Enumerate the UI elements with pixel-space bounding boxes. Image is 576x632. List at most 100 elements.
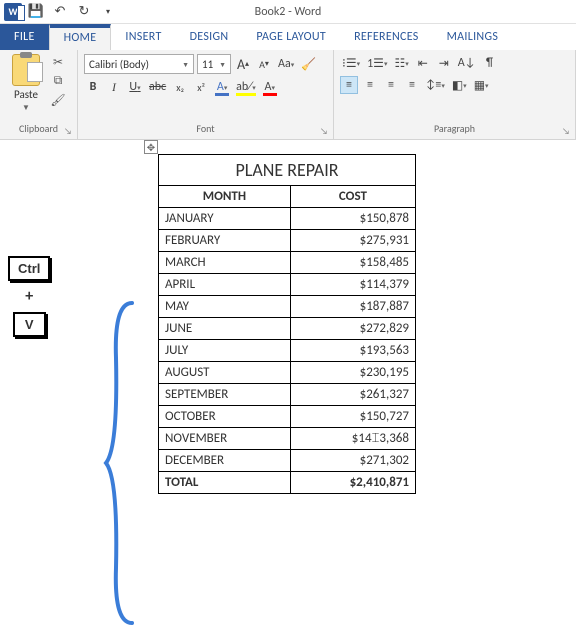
table-row[interactable]: MARCH$158,485 <box>159 252 416 274</box>
highlight-button[interactable]: ab⁄▾ <box>234 78 258 96</box>
table-row[interactable]: SEPTEMBER$261,327 <box>159 384 416 406</box>
chevron-down-icon: ▼ <box>219 60 226 69</box>
font-size-value: 11 <box>202 58 213 71</box>
numbering-button[interactable]: 1☰▾ <box>365 54 389 72</box>
format-painter-icon[interactable]: 🖌 <box>50 92 66 108</box>
cell-month[interactable]: APRIL <box>159 274 291 296</box>
cell-month[interactable]: SEPTEMBER <box>159 384 291 406</box>
shading-button[interactable]: ◧▾ <box>450 76 469 94</box>
font-color-button[interactable]: A▾ <box>261 78 279 96</box>
cell-cost[interactable]: $230,195 <box>290 362 415 384</box>
cell-month[interactable]: JULY <box>159 340 291 362</box>
table-row[interactable]: NOVEMBER$14⌶3,368 <box>159 428 416 450</box>
clipboard-launcher-icon[interactable]: ↘ <box>64 126 74 136</box>
col-cost-header: COST <box>290 186 415 208</box>
line-spacing-button[interactable]: ↕≡▾ <box>424 76 447 94</box>
superscript-button[interactable]: x² <box>192 78 210 96</box>
cell-cost[interactable]: $271,302 <box>290 450 415 472</box>
document-area[interactable]: ✥ PLANE REPAIR MONTH COST JANUARY$150,87… <box>0 140 576 494</box>
sort-button[interactable]: A↓ <box>456 54 478 72</box>
table-row[interactable]: OCTOBER$150,727 <box>159 406 416 428</box>
show-marks-button[interactable]: ¶ <box>481 54 499 72</box>
borders-button[interactable]: ▦▾ <box>472 76 491 94</box>
subscript-button[interactable]: x₂ <box>171 78 189 96</box>
ribbon-tabs: FILE HOME INSERT DESIGN PAGE LAYOUT REFE… <box>0 24 576 50</box>
tab-insert[interactable]: INSERT <box>111 24 175 50</box>
cell-month[interactable]: OCTOBER <box>159 406 291 428</box>
plane-repair-table[interactable]: PLANE REPAIR MONTH COST JANUARY$150,878F… <box>158 154 416 494</box>
customize-qat-icon[interactable]: ▾ <box>98 2 118 22</box>
bullets-button[interactable]: ⁝☰▾ <box>340 54 362 72</box>
table-header-row: MONTH COST <box>159 186 416 208</box>
copy-icon[interactable]: ⧉ <box>50 73 66 89</box>
table-move-handle-icon[interactable]: ✥ <box>144 140 158 154</box>
document-title: Book2 - Word <box>255 5 322 19</box>
justify-button[interactable]: ≡ <box>403 76 421 94</box>
font-name-combo[interactable]: Calibri (Body) ▼ <box>84 54 194 74</box>
cell-cost[interactable]: $193,563 <box>290 340 415 362</box>
tab-page-layout[interactable]: PAGE LAYOUT <box>242 24 340 50</box>
undo-icon[interactable]: ↶ <box>50 2 70 22</box>
strikethrough-button[interactable]: abc <box>147 78 168 96</box>
italic-button[interactable]: I <box>105 78 123 96</box>
cell-cost[interactable]: $272,829 <box>290 318 415 340</box>
cell-month[interactable]: FEBRUARY <box>159 230 291 252</box>
clear-formatting-icon[interactable]: 🧹 <box>299 55 318 73</box>
key-ctrl: Ctrl <box>8 256 50 281</box>
title-bar: W 💾 ↶ ↻ ▾ Book2 - Word <box>0 0 576 24</box>
table-row[interactable]: JULY$193,563 <box>159 340 416 362</box>
table-row[interactable]: JUNE$272,829 <box>159 318 416 340</box>
save-icon[interactable]: 💾 <box>26 2 46 22</box>
tab-references[interactable]: REFERENCES <box>340 24 433 50</box>
cell-cost[interactable]: $275,931 <box>290 230 415 252</box>
cell-cost[interactable]: $158,485 <box>290 252 415 274</box>
keyboard-hint: Ctrl + V <box>8 256 50 337</box>
key-v: V <box>13 312 46 337</box>
cell-month[interactable]: AUGUST <box>159 362 291 384</box>
decrease-indent-button[interactable]: ⇤ <box>414 54 432 72</box>
cell-cost[interactable]: $14⌶3,368 <box>290 428 415 450</box>
table-row[interactable]: AUGUST$230,195 <box>159 362 416 384</box>
table-row[interactable]: FEBRUARY$275,931 <box>159 230 416 252</box>
cell-month[interactable]: NOVEMBER <box>159 428 291 450</box>
group-paragraph-label: Paragraph <box>340 122 569 137</box>
paragraph-launcher-icon[interactable]: ↘ <box>562 126 572 136</box>
paste-button[interactable]: Paste ▼ <box>6 54 46 122</box>
tab-design[interactable]: DESIGN <box>176 24 243 50</box>
font-size-combo[interactable]: 11 ▼ <box>197 54 231 74</box>
table-row[interactable]: JANUARY$150,878 <box>159 208 416 230</box>
multilevel-list-button[interactable]: ☷▾ <box>392 54 410 72</box>
cell-cost[interactable]: $187,887 <box>290 296 415 318</box>
cell-cost[interactable]: $261,327 <box>290 384 415 406</box>
bold-button[interactable]: B <box>84 78 102 96</box>
underline-button[interactable]: U▾ <box>126 78 144 96</box>
align-right-button[interactable]: ≡ <box>382 76 400 94</box>
align-left-button[interactable]: ≡ <box>340 76 358 94</box>
cell-month[interactable]: DECEMBER <box>159 450 291 472</box>
table-row[interactable]: APRIL$114,379 <box>159 274 416 296</box>
cell-cost[interactable]: $150,878 <box>290 208 415 230</box>
cell-month[interactable]: MAY <box>159 296 291 318</box>
text-effects-button[interactable]: A▾ <box>213 78 231 96</box>
tab-mailings[interactable]: MAILINGS <box>433 24 513 50</box>
cell-cost[interactable]: $150,727 <box>290 406 415 428</box>
paste-dropdown-icon[interactable]: ▼ <box>22 103 30 113</box>
tab-file[interactable]: FILE <box>0 24 49 50</box>
redo-icon[interactable]: ↻ <box>74 2 94 22</box>
grow-font-icon[interactable]: A▴ <box>234 55 252 73</box>
shrink-font-icon[interactable]: A▾ <box>255 55 273 73</box>
cell-cost[interactable]: $114,379 <box>290 274 415 296</box>
change-case-icon[interactable]: Aa▾ <box>276 55 296 73</box>
cell-month[interactable]: MARCH <box>159 252 291 274</box>
word-app-icon[interactable]: W <box>4 3 22 21</box>
cell-month[interactable]: JUNE <box>159 318 291 340</box>
table-row[interactable]: DECEMBER$271,302 <box>159 450 416 472</box>
increase-indent-button[interactable]: ⇥ <box>435 54 453 72</box>
cut-icon[interactable]: ✂ <box>50 54 66 70</box>
font-launcher-icon[interactable]: ↘ <box>320 126 330 136</box>
table-row[interactable]: MAY$187,887 <box>159 296 416 318</box>
align-center-button[interactable]: ≡ <box>361 76 379 94</box>
font-name-value: Calibri (Body) <box>89 58 149 71</box>
cell-month[interactable]: JANUARY <box>159 208 291 230</box>
tab-home[interactable]: HOME <box>49 24 112 50</box>
